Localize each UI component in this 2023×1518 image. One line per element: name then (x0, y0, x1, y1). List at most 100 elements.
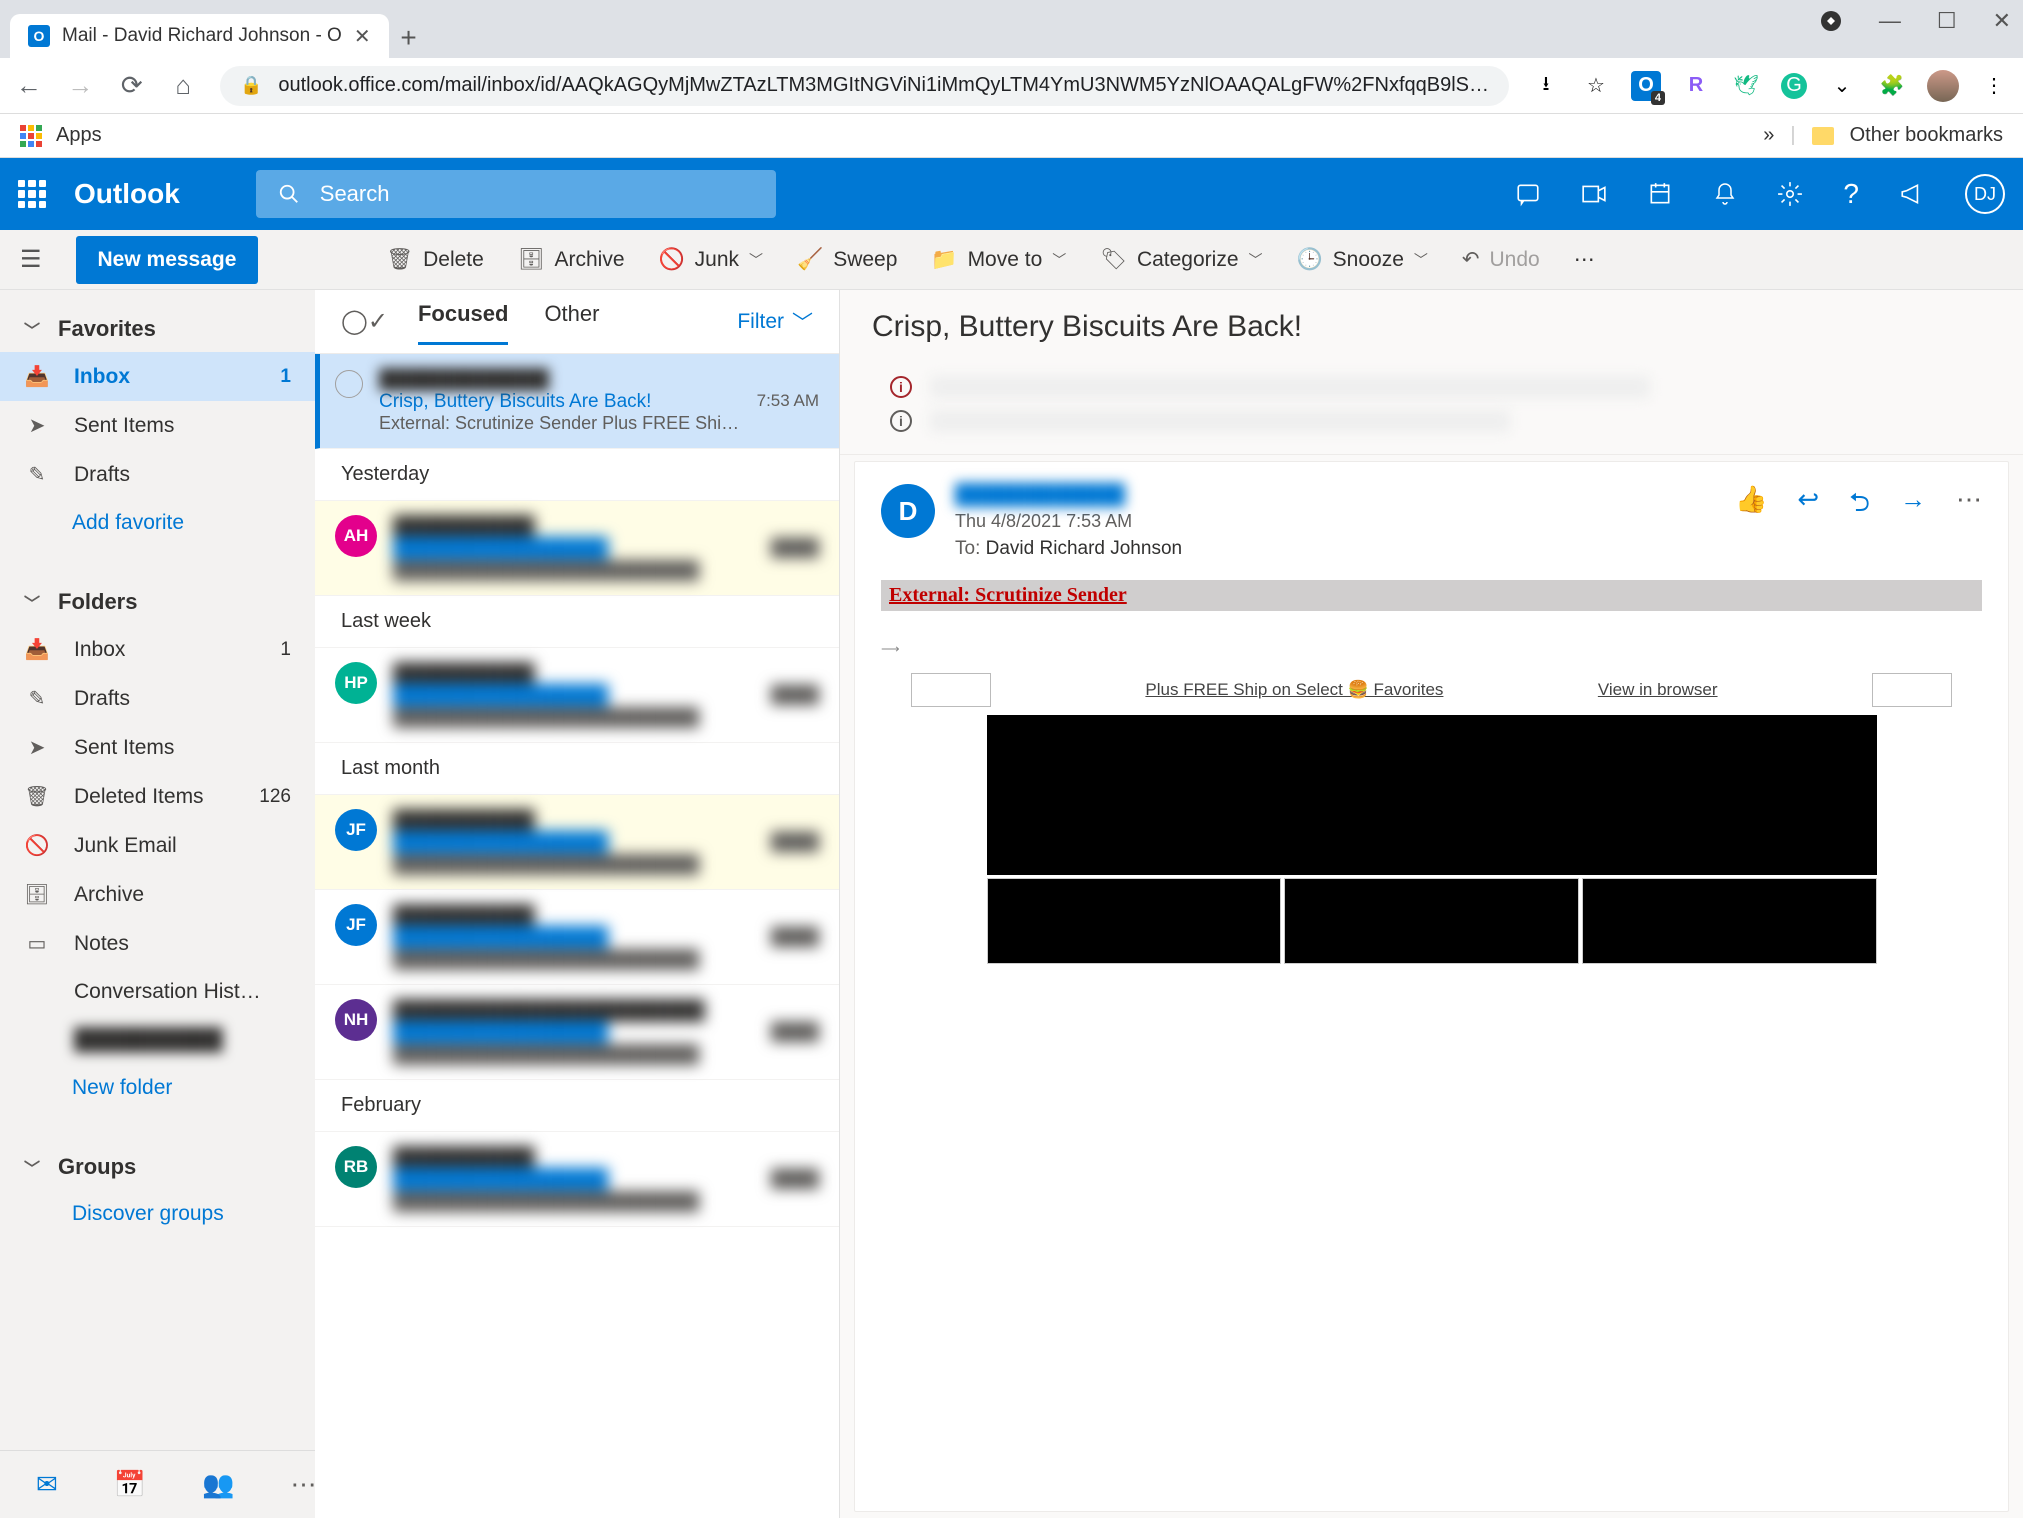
inbox-icon: 📥 (24, 364, 50, 389)
nav-drafts[interactable]: ✎Drafts (0, 674, 315, 723)
nav-drafts-favorite[interactable]: ✎Drafts (0, 450, 315, 499)
favorites-header[interactable]: ﹀Favorites (0, 306, 315, 352)
extension-bird-icon[interactable]: 🕊 (1731, 71, 1761, 101)
back-icon[interactable]: ← (14, 70, 43, 101)
nav-hidden-folder[interactable]: ██████████ (0, 1016, 315, 1064)
move-to-button[interactable]: 📁Move to﹀ (931, 248, 1066, 272)
sender-avatar: JF (335, 809, 377, 851)
chrome-menu-icon[interactable]: ⋮ (1979, 71, 2009, 101)
groups-header[interactable]: ﹀Groups (0, 1144, 315, 1190)
email-recipients: To: David Richard Johnson (955, 538, 1715, 560)
tab-close-icon[interactable]: ✕ (354, 24, 371, 49)
select-all-icon[interactable]: ◯✓ (341, 307, 388, 336)
sweep-button[interactable]: 🧹Sweep (797, 248, 897, 272)
profile-avatar-icon[interactable] (1927, 70, 1959, 102)
extension-pocket-icon[interactable]: ⌄ (1827, 71, 1857, 101)
nav-notes[interactable]: ▭Notes (0, 919, 315, 968)
reload-icon[interactable]: ⟳ (117, 70, 146, 101)
message-item[interactable]: HP █████████████████████████████████████… (315, 648, 839, 743)
nav-sent[interactable]: ➤Sent Items (0, 723, 315, 772)
more-modules-icon[interactable]: ⋯ (291, 1469, 317, 1500)
nav-junk[interactable]: 🚫Junk Email (0, 821, 315, 870)
sent-icon: ➤ (24, 735, 50, 760)
help-icon[interactable]: ? (1843, 178, 1859, 210)
teams-meet-icon[interactable] (1581, 181, 1607, 207)
bookmarks-bar: Apps » | Other bookmarks (0, 114, 2023, 158)
snooze-button[interactable]: 🕒Snooze﹀ (1297, 248, 1428, 272)
junk-button[interactable]: 🚫Junk﹀ (659, 248, 764, 272)
nav-conversation-history[interactable]: Conversation Hist… (0, 968, 315, 1016)
search-input[interactable] (320, 181, 754, 207)
app-launcher-icon[interactable] (18, 180, 46, 208)
teams-chat-icon[interactable] (1515, 181, 1541, 207)
other-bookmarks-label[interactable]: Other bookmarks (1850, 124, 2003, 147)
reply-all-icon[interactable]: ⮌ (1849, 484, 1870, 528)
select-circle-icon[interactable] (335, 370, 363, 398)
reply-icon[interactable]: ↩ (1797, 484, 1819, 528)
search-box[interactable] (256, 170, 776, 218)
nav-toggle-icon[interactable]: ☰ (20, 245, 42, 274)
bookmark-star-icon[interactable]: ☆ (1581, 71, 1611, 101)
view-in-browser-link[interactable]: View in browser (1598, 680, 1718, 700)
new-message-button[interactable]: New message (76, 236, 259, 284)
settings-icon[interactable] (1777, 181, 1803, 207)
discover-groups-link[interactable]: Discover groups (0, 1190, 315, 1238)
like-icon[interactable]: 👍 (1735, 484, 1767, 528)
command-bar: ☰ New message 🗑Delete 🗄Archive 🚫Junk﹀ 🧹S… (0, 230, 2023, 290)
extensions-puzzle-icon[interactable]: 🧩 (1877, 71, 1907, 101)
archive-button[interactable]: 🗄Archive (518, 248, 625, 272)
sender-avatar: HP (335, 662, 377, 704)
trash-icon: 🗑 (24, 784, 50, 809)
junk-icon: 🚫 (659, 248, 685, 272)
calendar-module-icon[interactable]: 📅 (114, 1469, 146, 1500)
my-day-icon[interactable] (1647, 181, 1673, 207)
extension-office-icon[interactable]: O (1631, 71, 1661, 101)
tab-other[interactable]: Other (544, 301, 599, 343)
minimize-icon[interactable]: — (1879, 8, 1901, 34)
maximize-icon[interactable]: ☐ (1937, 8, 1957, 34)
new-tab-button[interactable]: + (389, 18, 429, 58)
more-actions-button[interactable]: ⋯ (1574, 247, 1595, 272)
home-icon[interactable]: ⌂ (168, 70, 197, 101)
url-input[interactable]: 🔒 outlook.office.com/mail/inbox/id/AAQkA… (220, 66, 1509, 106)
extension-grammarly-icon[interactable]: G (1781, 73, 1807, 99)
forward-icon[interactable]: → (1900, 484, 1926, 528)
extension-rakuten-icon[interactable]: R (1681, 71, 1711, 101)
nav-deleted[interactable]: 🗑Deleted Items126 (0, 772, 315, 821)
mail-module-icon[interactable]: ✉ (36, 1469, 58, 1500)
message-item[interactable]: NH █████████████████████████████████████… (315, 985, 839, 1080)
apps-grid-icon[interactable] (20, 125, 42, 147)
message-list-scroll[interactable]: ████████████ Crisp, Buttery Biscuits Are… (315, 354, 839, 1518)
people-module-icon[interactable]: 👥 (202, 1469, 234, 1500)
nav-sent-favorite[interactable]: ➤Sent Items (0, 401, 315, 450)
user-avatar[interactable]: DJ (1965, 174, 2005, 214)
message-item[interactable]: ████████████ Crisp, Buttery Biscuits Are… (315, 354, 839, 449)
apps-label[interactable]: Apps (56, 124, 102, 147)
delete-button[interactable]: 🗑Delete (386, 248, 483, 272)
filter-button[interactable]: Filter﹀ (737, 307, 813, 337)
chevron-down-icon: ﹀ (24, 590, 40, 614)
bookmark-overflow-icon[interactable]: » (1763, 124, 1774, 147)
module-switcher: ✉ 📅 👥 ⋯ (0, 1450, 315, 1518)
categorize-button[interactable]: 🏷Categorize﹀ (1100, 248, 1262, 272)
message-item[interactable]: JF █████████████████████████████████████… (315, 795, 839, 890)
ellipsis-icon: ⋯ (1574, 247, 1595, 272)
message-item[interactable]: RB █████████████████████████████████████… (315, 1132, 839, 1227)
new-folder-link[interactable]: New folder (0, 1064, 315, 1112)
message-item[interactable]: JF █████████████████████████████████████… (315, 890, 839, 985)
message-item[interactable]: AH █████████████████████████████████████… (315, 501, 839, 596)
nav-archive[interactable]: 🗄Archive (0, 870, 315, 919)
megaphone-icon[interactable] (1899, 181, 1925, 207)
nav-inbox[interactable]: 📥Inbox1 (0, 625, 315, 674)
folders-header[interactable]: ﹀Folders (0, 579, 315, 625)
tab-focused[interactable]: Focused (418, 301, 508, 343)
notifications-icon[interactable] (1713, 181, 1737, 207)
promo-link[interactable]: Plus FREE Ship on Select 🍔 Favorites (1145, 680, 1443, 700)
outlook-title: Outlook (74, 178, 180, 210)
download-icon[interactable]: ⭳ (1531, 71, 1561, 101)
browser-tab[interactable]: O Mail - David Richard Johnson - O ✕ (10, 14, 389, 58)
add-favorite-link[interactable]: Add favorite (0, 499, 315, 547)
more-actions-icon[interactable]: ⋯ (1956, 484, 1982, 528)
close-window-icon[interactable]: ✕ (1993, 8, 2011, 34)
nav-inbox-favorite[interactable]: 📥Inbox1 (0, 352, 315, 401)
